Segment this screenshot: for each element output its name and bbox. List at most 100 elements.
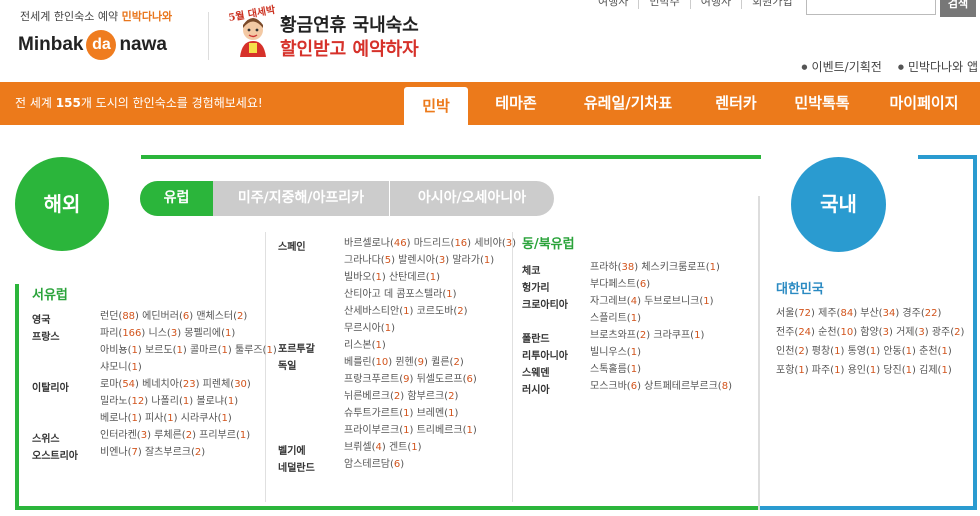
city-link[interactable]: 프랑크푸르트(9) [344, 374, 413, 385]
city-link[interactable]: 순천(10) [818, 327, 857, 338]
city-link[interactable]: 무르시아(1) [344, 323, 395, 334]
city-link[interactable]: 빌바오(1) [344, 272, 386, 283]
city-link[interactable]: 브레멘(1) [417, 408, 459, 419]
city-link[interactable]: 툴루즈(1) [235, 345, 277, 356]
city-link[interactable]: 보르도(1) [145, 345, 187, 356]
city-link[interactable]: 안동(1) [883, 346, 916, 357]
city-link[interactable]: 베를린(10) [344, 357, 392, 368]
top-link-travel-agency[interactable]: 여행사 [588, 0, 638, 9]
country-label[interactable]: 폴란드 [522, 330, 550, 345]
city-link[interactable]: 브로츠와프(2) [590, 330, 650, 341]
city-link[interactable]: 프라하(38) [590, 262, 638, 273]
country-label[interactable]: 크로아티아 [522, 296, 568, 311]
nav-tab-minbak[interactable]: 민박 [404, 87, 468, 125]
domestic-circle[interactable]: 국내 [791, 157, 886, 252]
city-link[interactable]: 발렌시아(3) [398, 255, 449, 266]
country-label[interactable]: 스웨덴 [522, 364, 550, 379]
city-link[interactable]: 니스(3) [149, 328, 182, 339]
city-link[interactable]: 전주(24) [776, 327, 815, 338]
country-label[interactable]: 스페인 [278, 238, 306, 253]
city-link[interactable]: 춘천(1) [919, 346, 952, 357]
city-link[interactable]: 세비야(3) [474, 238, 516, 249]
util-link-app[interactable]: 민박다나와 앱 [898, 58, 978, 75]
city-link[interactable]: 피사(1) [145, 413, 178, 424]
city-link[interactable]: 겐트(1) [389, 442, 422, 453]
city-link[interactable]: 크라쿠프(1) [653, 330, 704, 341]
city-link[interactable]: 그라나다(5) [344, 255, 395, 266]
city-link[interactable]: 콜마르(1) [190, 345, 232, 356]
country-label[interactable]: 리투아니아 [522, 347, 568, 362]
city-link[interactable]: 리스본(1) [344, 340, 386, 351]
city-link[interactable]: 부산(34) [860, 308, 899, 319]
region-tab-asia[interactable]: 아시아/오세아니아 [389, 181, 554, 216]
city-link[interactable]: 체스키크룸로프(1) [641, 262, 720, 273]
city-link[interactable]: 두브로브니크(1) [644, 296, 713, 307]
country-label[interactable]: 체코 [522, 262, 540, 277]
city-link[interactable]: 부다페스트(6) [590, 279, 650, 290]
abroad-circle[interactable]: 해외 [15, 157, 109, 251]
city-link[interactable]: 베로나(1) [100, 413, 142, 424]
city-link[interactable]: 뒤셀도르프(6) [417, 374, 477, 385]
city-link[interactable]: 스톡홀름(1) [590, 364, 641, 375]
city-link[interactable]: 파주(1) [812, 365, 845, 376]
top-link-host[interactable]: 민박주 [638, 0, 689, 9]
city-link[interactable]: 파리(166) [100, 328, 145, 339]
city-link[interactable]: 나폴리(1) [151, 396, 193, 407]
city-link[interactable]: 샤모니(1) [100, 362, 142, 373]
city-link[interactable]: 말라가(1) [452, 255, 494, 266]
top-link-signup[interactable]: 회원가입 [741, 0, 802, 9]
city-link[interactable]: 산티아고 데 콤포스텔라(1) [344, 289, 457, 300]
city-link[interactable]: 트리베르크(1) [417, 425, 477, 436]
city-link[interactable]: 당진(1) [883, 365, 916, 376]
top-link-travel-agency-2[interactable]: 여행사 [689, 0, 741, 9]
city-link[interactable]: 퀼른(2) [431, 357, 464, 368]
country-label[interactable]: 이탈리아 [32, 379, 69, 394]
city-link[interactable]: 경주(22) [902, 308, 941, 319]
city-link[interactable]: 맨체스터(2) [196, 311, 247, 322]
city-link[interactable]: 빌니우스(1) [590, 347, 641, 358]
util-link-events[interactable]: 이벤트/기획전 [801, 58, 882, 75]
city-link[interactable]: 제주(84) [818, 308, 857, 319]
city-link[interactable]: 베네치아(23) [142, 379, 199, 390]
city-link[interactable]: 광주(2) [932, 327, 965, 338]
city-link[interactable]: 산탄데르(1) [389, 272, 440, 283]
city-link[interactable]: 프라이부르크(1) [344, 425, 413, 436]
city-link[interactable]: 밀라노(12) [100, 396, 148, 407]
city-link[interactable]: 모스크바(6) [590, 381, 641, 392]
city-link[interactable]: 에딘버러(6) [142, 311, 193, 322]
city-link[interactable]: 산세바스티안(1) [344, 306, 413, 317]
city-link[interactable]: 상트페테르부르크(8) [644, 381, 732, 392]
city-link[interactable]: 스플리트(1) [590, 313, 641, 324]
nav-tab-mypage[interactable]: 마이페이지 [878, 82, 970, 125]
country-label[interactable]: 네덜란드 [278, 459, 315, 474]
nav-tab-theme-zone[interactable]: 테마존 [484, 82, 548, 125]
city-link[interactable]: 자그레브(4) [590, 296, 641, 307]
city-link[interactable]: 코르도바(2) [417, 306, 468, 317]
nav-tab-minbak-talk[interactable]: 민박톡톡 [784, 82, 860, 125]
city-link[interactable]: 함부르크(2) [407, 391, 458, 402]
city-link[interactable]: 시라쿠사(1) [181, 413, 232, 424]
city-link[interactable]: 런던(88) [100, 311, 139, 322]
country-label[interactable]: 헝가리 [522, 279, 550, 294]
city-link[interactable]: 프리부르(1) [199, 430, 250, 441]
city-link[interactable]: 브뤼셀(4) [344, 442, 386, 453]
nav-tab-eurail[interactable]: 유레일/기차표 [572, 82, 684, 125]
city-link[interactable]: 피렌체(30) [203, 379, 251, 390]
country-label[interactable]: 벨기에 [278, 442, 306, 457]
country-label[interactable]: 프랑스 [32, 328, 60, 343]
city-link[interactable]: 아비뇽(1) [100, 345, 142, 356]
city-link[interactable]: 뉘른베르크(2) [344, 391, 404, 402]
city-link[interactable]: 인천(2) [776, 346, 809, 357]
country-label[interactable]: 독일 [278, 357, 296, 372]
search-button[interactable]: 검색 [940, 0, 976, 17]
city-link[interactable]: 통영(1) [848, 346, 881, 357]
city-link[interactable]: 함양(3) [860, 327, 893, 338]
site-logo[interactable]: Minbak da nawa [18, 30, 167, 60]
city-link[interactable]: 김제(1) [919, 365, 952, 376]
nav-tab-rentcar[interactable]: 렌터카 [704, 82, 768, 125]
city-link[interactable]: 포항(1) [776, 365, 809, 376]
search-input[interactable] [806, 0, 936, 15]
city-link[interactable]: 거제(3) [896, 327, 929, 338]
city-link[interactable]: 뮌헨(9) [395, 357, 428, 368]
region-tab-europe[interactable]: 유럽 [140, 181, 213, 216]
